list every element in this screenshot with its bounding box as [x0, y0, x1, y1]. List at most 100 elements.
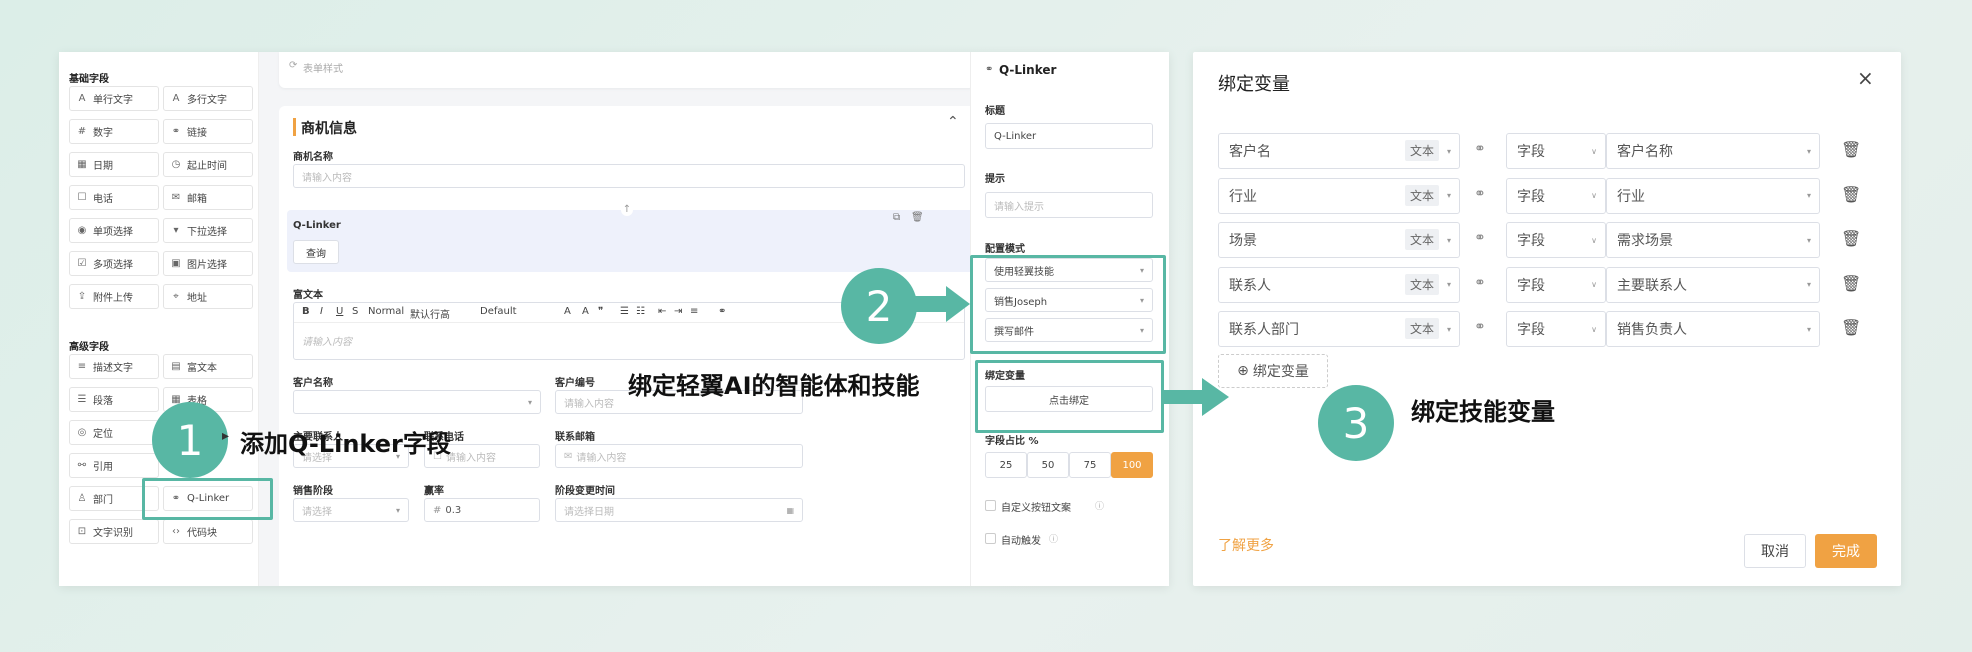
italic-icon[interactable]: I	[320, 306, 323, 317]
component-item[interactable]: ≡ 描述文字	[69, 354, 159, 379]
ratio-option[interactable]: 75	[1069, 452, 1111, 478]
link-icon[interactable]: ⚭	[718, 306, 726, 317]
close-icon[interactable]: ×	[1857, 66, 1874, 90]
qlinker-field-block[interactable]: ↑ Q-Linker ⧉ 🗑 查询	[287, 204, 975, 272]
component-label: 电话	[93, 194, 113, 205]
source-select[interactable]: 字段 ∨	[1506, 311, 1606, 347]
trash-icon[interactable]: 🗑	[1841, 274, 1861, 293]
align-icon[interactable]: ≡	[690, 306, 698, 317]
component-item[interactable]: ⚯ 引用	[69, 453, 159, 478]
props-hint-input[interactable]: 请输入提示	[985, 192, 1153, 218]
quote-icon[interactable]: ❞	[598, 306, 603, 317]
collapse-chevron-icon[interactable]: ⌃	[947, 114, 959, 130]
email-input[interactable]: ✉ 请输入内容	[555, 444, 803, 468]
chevron-down-icon: ∨	[1591, 324, 1597, 334]
component-item[interactable]: A 多行文字	[163, 86, 253, 111]
component-label: 文字识别	[93, 528, 133, 539]
learn-more-link[interactable]: 了解更多	[1218, 535, 1274, 555]
form-style-hint[interactable]: 表单样式	[303, 60, 343, 75]
source-value: 字段	[1517, 322, 1545, 338]
ratio-option[interactable]: 50	[1027, 452, 1069, 478]
auto-trigger-checkbox[interactable]	[985, 533, 996, 544]
customer-name-label: 客户名称	[293, 378, 333, 389]
trash-icon[interactable]: 🗑	[1841, 229, 1861, 248]
source-select[interactable]: 字段 ∨	[1506, 133, 1606, 169]
source-select[interactable]: 字段 ∨	[1506, 177, 1606, 214]
component-item[interactable]: ▤ 富文本	[163, 354, 253, 379]
field-select[interactable]: 行业 ▾	[1606, 177, 1820, 214]
underline-icon[interactable]: U	[336, 306, 343, 317]
component-item[interactable]: ◎ 定位	[69, 420, 159, 445]
component-item[interactable]: ⇪ 附件上传	[69, 284, 159, 309]
variable-name-input[interactable]: 客户名 文本 ▾	[1218, 133, 1460, 169]
chevron-down-icon: ▾	[1446, 324, 1451, 334]
delete-icon[interactable]: 🗑	[911, 212, 924, 223]
variable-name-input[interactable]: 联系人 文本 ▾	[1218, 266, 1460, 303]
win-rate-input[interactable]: #0.3	[424, 498, 540, 522]
field-select[interactable]: 需求场景 ▾	[1606, 222, 1820, 258]
query-button[interactable]: 查询	[293, 240, 339, 264]
component-item[interactable]: # 数字	[69, 119, 159, 144]
props-title-input[interactable]: Q-Linker	[985, 123, 1153, 149]
add-variable-button[interactable]: ⊕ 绑定变量	[1218, 354, 1328, 388]
field-value: 主要联系人	[1617, 277, 1687, 294]
component-item[interactable]: ⊡ 文字识别	[69, 519, 159, 544]
custom-btn-checkbox[interactable]	[985, 500, 996, 511]
component-item[interactable]: ☑ 多项选择	[69, 251, 159, 276]
variable-name-input[interactable]: 场景 文本 ▾	[1218, 222, 1460, 258]
component-icon: ☰	[77, 394, 87, 405]
heading-select[interactable]: Normal	[368, 306, 404, 317]
component-item[interactable]: ◉ 单项选择	[69, 218, 159, 243]
ordered-list-icon[interactable]: ☰	[620, 306, 629, 317]
variable-name-input[interactable]: 行业 文本 ▾	[1218, 177, 1460, 214]
stage-select[interactable]: 请选择 ▾	[293, 498, 409, 522]
bullet-list-icon[interactable]: ☷	[636, 306, 645, 317]
drag-handle-icon[interactable]: ↑	[621, 204, 633, 216]
component-icon: A	[78, 93, 86, 104]
component-item[interactable]: ‹› 代码块	[163, 519, 253, 544]
bg-color-icon[interactable]: A	[582, 306, 589, 317]
component-item[interactable]: A 单行文字	[69, 86, 159, 111]
component-item[interactable]: ☰ 段落	[69, 387, 159, 412]
component-item[interactable]: ▣ 图片选择	[163, 251, 253, 276]
outdent-icon[interactable]: ⇥	[674, 306, 682, 317]
field-value: 行业	[1617, 188, 1645, 205]
chevron-down-icon: ▾	[1806, 280, 1811, 289]
line-height-select[interactable]: 默认行高	[410, 306, 450, 321]
trash-icon[interactable]: 🗑	[1841, 140, 1861, 159]
chevron-down-icon: ▾	[1446, 191, 1451, 200]
component-label: 单项选择	[93, 227, 133, 238]
bold-icon[interactable]: B	[302, 306, 310, 317]
source-select[interactable]: 字段 ∨	[1506, 266, 1606, 303]
strike-icon[interactable]: S	[352, 306, 358, 317]
component-item[interactable]: ☐ 电话	[69, 185, 159, 210]
component-item[interactable]: ▾ 下拉选择	[163, 218, 253, 243]
customer-name-input[interactable]: ▾	[293, 390, 541, 414]
field-select[interactable]: 客户名称 ▾	[1606, 133, 1820, 169]
component-item[interactable]: ▦ 日期	[69, 152, 159, 177]
source-select[interactable]: 字段 ∨	[1506, 222, 1606, 258]
props-title: Q-Linker	[999, 63, 1057, 77]
font-color-icon[interactable]: A	[564, 306, 571, 317]
ratio-option[interactable]: 25	[985, 452, 1027, 478]
name-input[interactable]: 请输入内容	[293, 164, 965, 188]
variable-name-input[interactable]: 联系人部门 文本 ▾	[1218, 311, 1460, 347]
component-item[interactable]: ⌖ 地址	[163, 284, 253, 309]
trash-icon[interactable]: 🗑	[1841, 185, 1861, 204]
component-icon: ⌖	[173, 291, 179, 302]
field-select[interactable]: 销售负责人 ▾	[1606, 311, 1820, 347]
component-item[interactable]: ✉ 邮箱	[163, 185, 253, 210]
component-item[interactable]: ◷ 起止时间	[163, 152, 253, 177]
field-select[interactable]: 主要联系人 ▾	[1606, 266, 1820, 303]
stage-time-input[interactable]: 请选择日期 ▦	[555, 498, 803, 522]
ratio-option[interactable]: 100	[1111, 452, 1153, 478]
trash-icon[interactable]: 🗑	[1841, 318, 1861, 337]
confirm-button[interactable]: 完成	[1815, 534, 1877, 568]
cancel-button[interactable]: 取消	[1744, 534, 1806, 568]
indent-icon[interactable]: ⇤	[658, 306, 666, 317]
copy-icon[interactable]: ⧉	[893, 212, 900, 223]
component-item[interactable]: ⚭ 链接	[163, 119, 253, 144]
font-select[interactable]: Default	[480, 306, 517, 317]
calendar-icon: ▦	[786, 505, 794, 515]
component-icon: ☑	[77, 258, 87, 269]
